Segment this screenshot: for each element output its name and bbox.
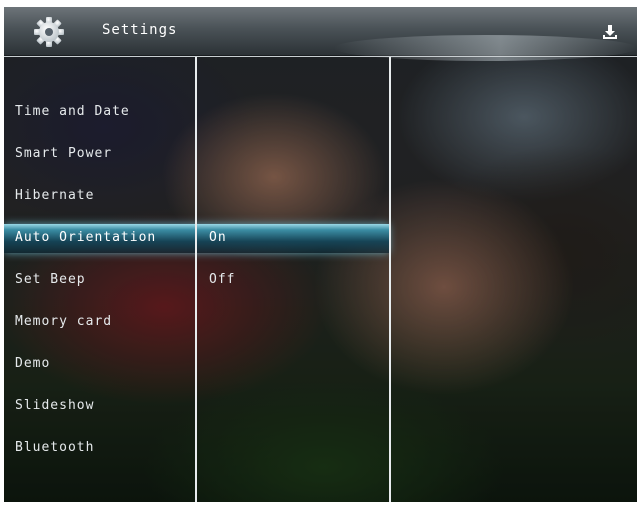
menu-item-auto-orientation[interactable]: Auto Orientation: [15, 224, 190, 252]
option-on[interactable]: On: [209, 224, 387, 252]
title-bar: Settings: [4, 7, 637, 61]
title-bar-sweep: [334, 35, 637, 61]
menu-item-slideshow[interactable]: Slideshow: [15, 392, 190, 420]
download-icon[interactable]: [602, 24, 618, 40]
menu-item-memory-card[interactable]: Memory card: [15, 308, 190, 336]
column-divider-2: [389, 57, 391, 502]
photo-frame-screen: Settings Time and Date Smart Power Hiber…: [4, 7, 637, 502]
menu-item-hibernate[interactable]: Hibernate: [15, 182, 190, 210]
menu-item-bluetooth[interactable]: Bluetooth: [15, 434, 190, 462]
menu-item-demo[interactable]: Demo: [15, 350, 190, 378]
menu-item-set-beep[interactable]: Set Beep: [15, 266, 190, 294]
option-off[interactable]: Off: [209, 266, 387, 294]
gear-icon: [34, 17, 64, 47]
menu-item-time-and-date[interactable]: Time and Date: [15, 98, 190, 126]
column-divider-1: [195, 57, 197, 502]
page-title: Settings: [102, 22, 178, 38]
background-photo: [4, 7, 637, 502]
divider-top: [4, 56, 637, 57]
menu-item-smart-power[interactable]: Smart Power: [15, 140, 190, 168]
